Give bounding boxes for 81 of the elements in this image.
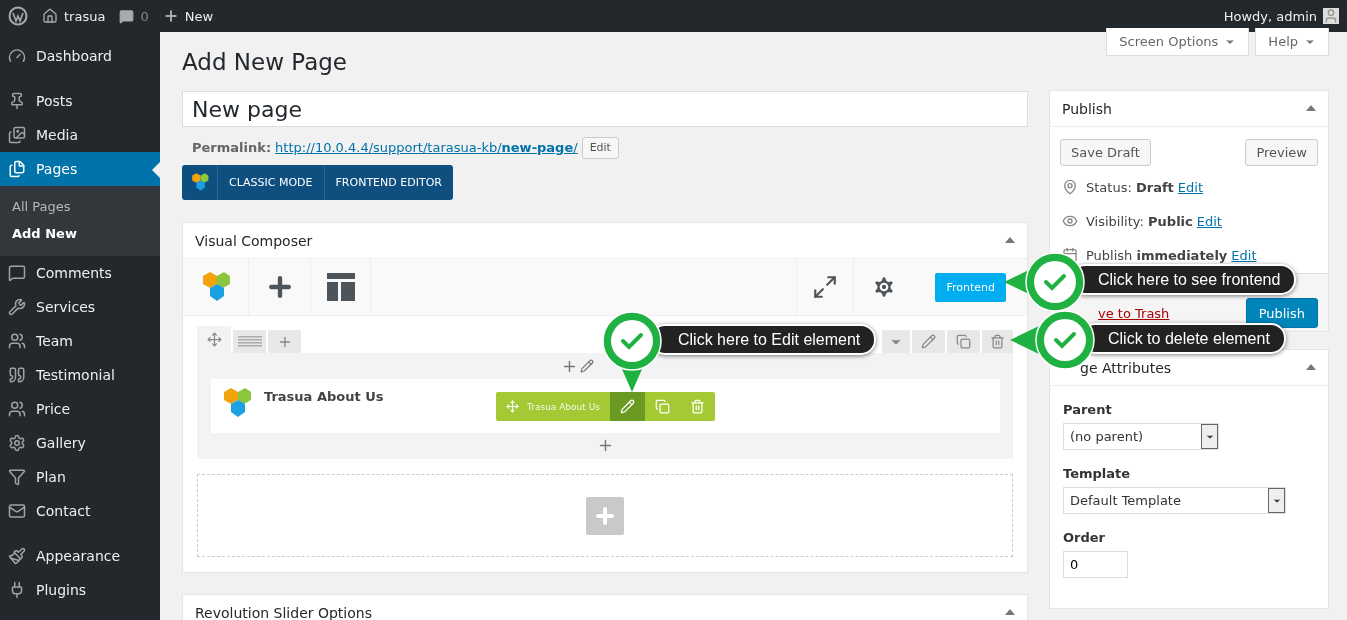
sidebar-item[interactable]: Media: [0, 118, 160, 152]
screen-tab[interactable]: Screen Options: [1106, 28, 1250, 56]
save-draft-button[interactable]: Save Draft: [1060, 139, 1151, 166]
sidebar-item[interactable]: Team: [0, 324, 160, 358]
menu-icon: [8, 92, 26, 110]
sidebar-item[interactable]: Dashboard: [0, 39, 160, 73]
meta-icon: [1062, 213, 1078, 229]
order-field[interactable]: 0: [1063, 551, 1128, 578]
layout-icon[interactable]: [326, 273, 355, 301]
publish-button[interactable]: Publish: [1245, 298, 1318, 328]
avatar-icon[interactable]: [1323, 8, 1339, 24]
sidebar-item[interactable]: Testimonial: [0, 358, 160, 392]
sidebar-item[interactable]: Price: [0, 392, 160, 426]
menu-icon: [8, 160, 26, 178]
title-field[interactable]: New page: [182, 91, 1028, 127]
permalink-label: Permalink:: [192, 140, 272, 155]
comment-icon[interactable]: [119, 8, 135, 24]
edit-link[interactable]: Edit: [1177, 179, 1203, 195]
panel-title: Publish: [1062, 100, 1112, 117]
panel-title: Revolution Slider Options: [195, 604, 372, 620]
sidebar-item[interactable]: Services: [0, 290, 160, 324]
template-select[interactable]: Default Template: [1063, 487, 1286, 514]
menu-icon: [8, 434, 26, 452]
meta-label: Visibility: Public: [1086, 213, 1193, 229]
copy-icon[interactable]: [956, 334, 971, 349]
menu-icon: [8, 502, 26, 520]
mode-button[interactable]: CLASSIC MODE: [218, 165, 325, 200]
meta-label: Publish immediately: [1086, 247, 1228, 263]
composer-logo-icon: [200, 270, 231, 304]
menu-icon: [8, 298, 26, 316]
greeting-text[interactable]: Howdy, admin: [1223, 8, 1317, 24]
wordpress-logo-icon[interactable]: [8, 6, 28, 26]
site-link[interactable]: trasua: [64, 8, 106, 24]
composer-logo-icon: [222, 386, 252, 420]
edit-icon[interactable]: [921, 334, 936, 349]
meta-label: Status: Draft: [1086, 179, 1174, 195]
plus-icon[interactable]: [162, 8, 179, 24]
comment-count: 0: [140, 8, 149, 24]
submenu-item[interactable]: All Pages: [0, 193, 160, 220]
home-icon[interactable]: [42, 8, 58, 24]
fullscreen-icon[interactable]: [812, 274, 839, 300]
edit-button[interactable]: Edit: [581, 136, 619, 159]
element-name: Trasua About Us: [264, 389, 384, 404]
edit-link[interactable]: Edit: [1231, 247, 1257, 263]
sidebar-item[interactable]: Posts: [0, 84, 160, 118]
menu-icon: [8, 264, 26, 282]
menu-icon: [8, 468, 26, 486]
menu-icon: [8, 547, 26, 565]
edit-link[interactable]: Edit: [1196, 213, 1222, 229]
menu-icon: [8, 47, 26, 65]
sidebar-item[interactable]: Plan: [0, 460, 160, 494]
delete-icon[interactable]: [990, 334, 1005, 349]
menu-icon: [8, 366, 26, 384]
page-title: Add New Page: [182, 48, 347, 77]
meta-icon: [1062, 179, 1078, 195]
sidebar-item[interactable]: Appearance: [0, 539, 160, 573]
mode-button[interactable]: FRONTEND EDITOR: [324, 165, 453, 200]
new-link[interactable]: New: [184, 8, 214, 24]
edit-icon[interactable]: [580, 359, 594, 373]
sidebar-item[interactable]: Comments: [0, 256, 160, 290]
panel-title: Visual Composer: [195, 232, 313, 249]
permalink-link[interactable]: http://10.0.4.4/support/tarasua-kb/new-page/: [275, 140, 578, 155]
trash-link[interactable]: ve to Trash: [1098, 306, 1170, 321]
parent-select[interactable]: (no parent): [1063, 423, 1219, 450]
sidebar-item[interactable]: Plugins: [0, 573, 160, 607]
move-icon[interactable]: [206, 332, 222, 347]
sidebar-item[interactable]: Contact: [0, 494, 160, 528]
element-label: Trasua About Us: [527, 401, 600, 412]
menu-icon: [8, 400, 26, 418]
preview-button[interactable]: Preview: [1245, 139, 1318, 166]
field-label: Order: [1063, 528, 1106, 547]
sidebar-item[interactable]: Pages: [0, 152, 160, 186]
field-label: Parent: [1063, 400, 1113, 419]
submenu-item[interactable]: Add New: [0, 220, 160, 247]
field-label: Template: [1063, 464, 1132, 483]
menu-icon: [8, 332, 26, 350]
sidebar-item[interactable]: Gallery: [0, 426, 160, 460]
screen-tab[interactable]: Help: [1255, 28, 1329, 56]
composer-logo-icon: [190, 172, 209, 193]
menu-icon: [8, 126, 26, 144]
panel-title: ge Attributes: [1080, 359, 1172, 376]
